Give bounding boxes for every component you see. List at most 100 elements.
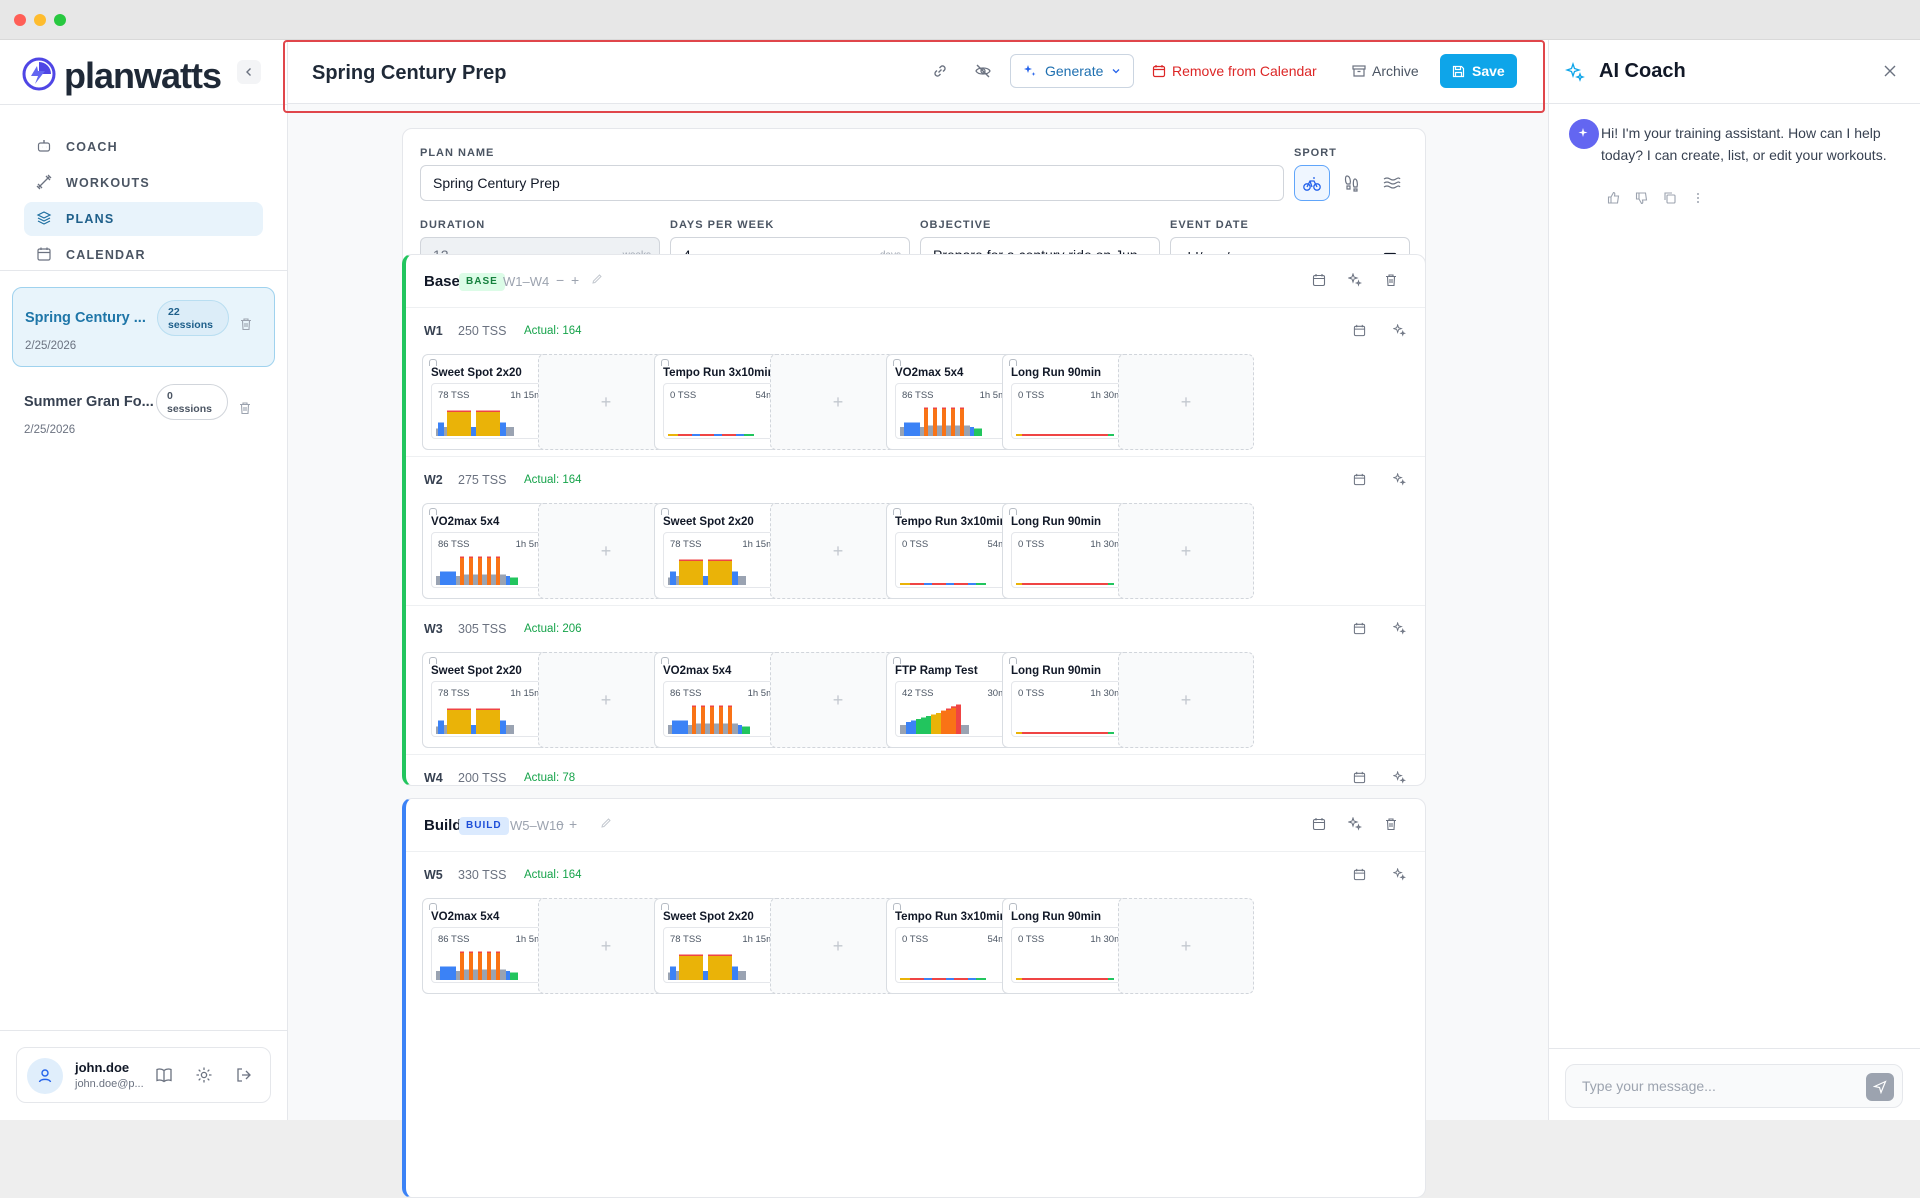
- add-workout-slot[interactable]: +: [1118, 898, 1254, 994]
- workout-interval-bar: [928, 425, 933, 436]
- calendar-icon[interactable]: [1353, 771, 1366, 789]
- close-window-button[interactable]: [14, 14, 26, 26]
- maximize-window-button[interactable]: [54, 14, 66, 26]
- workout-line-segment: [1022, 583, 1108, 585]
- remove-week-button[interactable]: −: [556, 272, 564, 288]
- link-icon[interactable]: [931, 54, 949, 88]
- pencil-icon[interactable]: [591, 272, 603, 288]
- pencil-icon[interactable]: [600, 816, 612, 832]
- phase-header: Build BUILD W5–W10− +: [406, 799, 1425, 851]
- user-name: john.doe: [75, 1060, 130, 1075]
- workout-preview: 86 TSS 1h 5m: [431, 532, 549, 588]
- lock-icon[interactable]: [893, 508, 901, 515]
- workout-interval-bar: [679, 559, 703, 585]
- book-icon[interactable]: [155, 1066, 173, 1089]
- workout-interval-cap: [496, 951, 500, 953]
- sidebar-item-workouts[interactable]: WORKOUTS: [24, 166, 263, 200]
- thumbs-up-icon[interactable]: [1607, 191, 1621, 210]
- minimize-window-button[interactable]: [34, 14, 46, 26]
- lock-icon[interactable]: [1009, 508, 1017, 515]
- workout-line-segment: [1016, 583, 1022, 585]
- sidebar-item-coach[interactable]: COACH: [24, 130, 263, 164]
- gear-icon[interactable]: [195, 1066, 213, 1089]
- chat-message-input[interactable]: Type your message...: [1565, 1064, 1903, 1108]
- sparkles-icon[interactable]: [1392, 867, 1407, 886]
- sparkles-icon[interactable]: [1392, 770, 1407, 789]
- lock-icon[interactable]: [429, 903, 437, 910]
- add-week-button[interactable]: +: [569, 816, 577, 832]
- trash-icon[interactable]: [1384, 817, 1398, 834]
- trash-icon[interactable]: [238, 401, 252, 420]
- remove-from-calendar-button[interactable]: Remove from Calendar: [1152, 54, 1317, 88]
- lock-icon[interactable]: [661, 508, 669, 515]
- workout-interval-bar: [708, 954, 732, 980]
- workout-profile-chart: [436, 708, 514, 734]
- sparkles-icon[interactable]: [1392, 472, 1407, 491]
- sidebar-item-plans[interactable]: PLANS: [24, 202, 263, 236]
- sparkles-icon[interactable]: [1392, 323, 1407, 342]
- calendar-icon[interactable]: [1312, 273, 1326, 290]
- workout-interval-bar: [478, 951, 482, 980]
- send-button[interactable]: [1866, 1073, 1894, 1101]
- archive-button[interactable]: Archive: [1352, 54, 1419, 88]
- sparkles-icon[interactable]: [1392, 621, 1407, 640]
- workout-line-segment: [1108, 978, 1114, 980]
- lock-icon[interactable]: [661, 657, 669, 664]
- thumbs-down-icon[interactable]: [1635, 191, 1649, 210]
- brand[interactable]: planwatts: [22, 52, 222, 100]
- lock-icon[interactable]: [429, 508, 437, 515]
- sport-swimming-button[interactable]: [1374, 165, 1410, 201]
- workout-interval-bar: [926, 716, 931, 734]
- chat-divider: [1549, 1048, 1920, 1049]
- workout-preview: 0 TSS54m: [895, 927, 1013, 983]
- add-workout-slot[interactable]: +: [1118, 503, 1254, 599]
- workout-interval-bar: [974, 428, 982, 436]
- workout-line-segment: [1108, 583, 1114, 585]
- sport-running-button[interactable]: [1334, 165, 1370, 201]
- avatar[interactable]: [27, 1058, 63, 1094]
- logout-icon[interactable]: [235, 1066, 253, 1089]
- lock-icon[interactable]: [1009, 903, 1017, 910]
- more-icon[interactable]: [1691, 191, 1705, 210]
- calendar-icon[interactable]: [1353, 473, 1366, 491]
- lock-icon[interactable]: [429, 359, 437, 366]
- eye-off-icon[interactable]: [974, 54, 992, 88]
- sidebar-item-calendar[interactable]: CALENDAR: [24, 238, 263, 272]
- close-icon[interactable]: [1883, 64, 1897, 83]
- sparkles-icon[interactable]: [1347, 272, 1363, 290]
- add-workout-slot[interactable]: +: [1118, 652, 1254, 748]
- lock-icon[interactable]: [1009, 359, 1017, 366]
- trash-icon[interactable]: [1384, 273, 1398, 290]
- workout-interval-bar: [476, 708, 500, 734]
- workout-interval-bar: [482, 574, 487, 585]
- plan-list-item[interactable]: Spring Century ... 2/25/2026 22 sessions: [12, 287, 275, 367]
- lock-icon[interactable]: [893, 657, 901, 664]
- sparkles-icon: [1564, 61, 1585, 87]
- sport-cycling-button[interactable]: [1294, 165, 1330, 201]
- workout-title: VO2max 5x4: [431, 911, 500, 923]
- lock-icon[interactable]: [661, 359, 669, 366]
- plan-list-item[interactable]: Summer Gran Fo... 2/25/2026 0 sessions: [12, 372, 275, 452]
- lock-icon[interactable]: [1009, 657, 1017, 664]
- plan-name-input[interactable]: Spring Century Prep: [420, 165, 1284, 201]
- add-week-button[interactable]: +: [571, 272, 579, 288]
- generate-button[interactable]: Generate: [1010, 54, 1135, 88]
- lock-icon[interactable]: [893, 359, 901, 366]
- lock-icon[interactable]: [893, 903, 901, 910]
- add-workout-slot[interactable]: +: [1118, 354, 1254, 450]
- trash-icon[interactable]: [239, 317, 253, 336]
- phase-card: Build BUILD W5–W10− + W5 330 TSS Actual: 164 VO…: [402, 798, 1426, 1198]
- remove-week-button[interactable]: −: [556, 816, 564, 832]
- calendar-icon[interactable]: [1312, 817, 1326, 834]
- lock-icon[interactable]: [429, 657, 437, 664]
- sidebar-item-label: PLANS: [66, 212, 115, 226]
- calendar-icon[interactable]: [1353, 868, 1366, 886]
- sparkles-icon[interactable]: [1347, 816, 1363, 834]
- copy-icon[interactable]: [1663, 191, 1677, 210]
- calendar-icon[interactable]: [1353, 324, 1366, 342]
- workout-interval-bar: [500, 422, 506, 436]
- lock-icon[interactable]: [661, 903, 669, 910]
- collapse-sidebar-button[interactable]: [237, 60, 261, 84]
- save-button[interactable]: Save: [1440, 54, 1517, 88]
- calendar-icon[interactable]: [1353, 622, 1366, 640]
